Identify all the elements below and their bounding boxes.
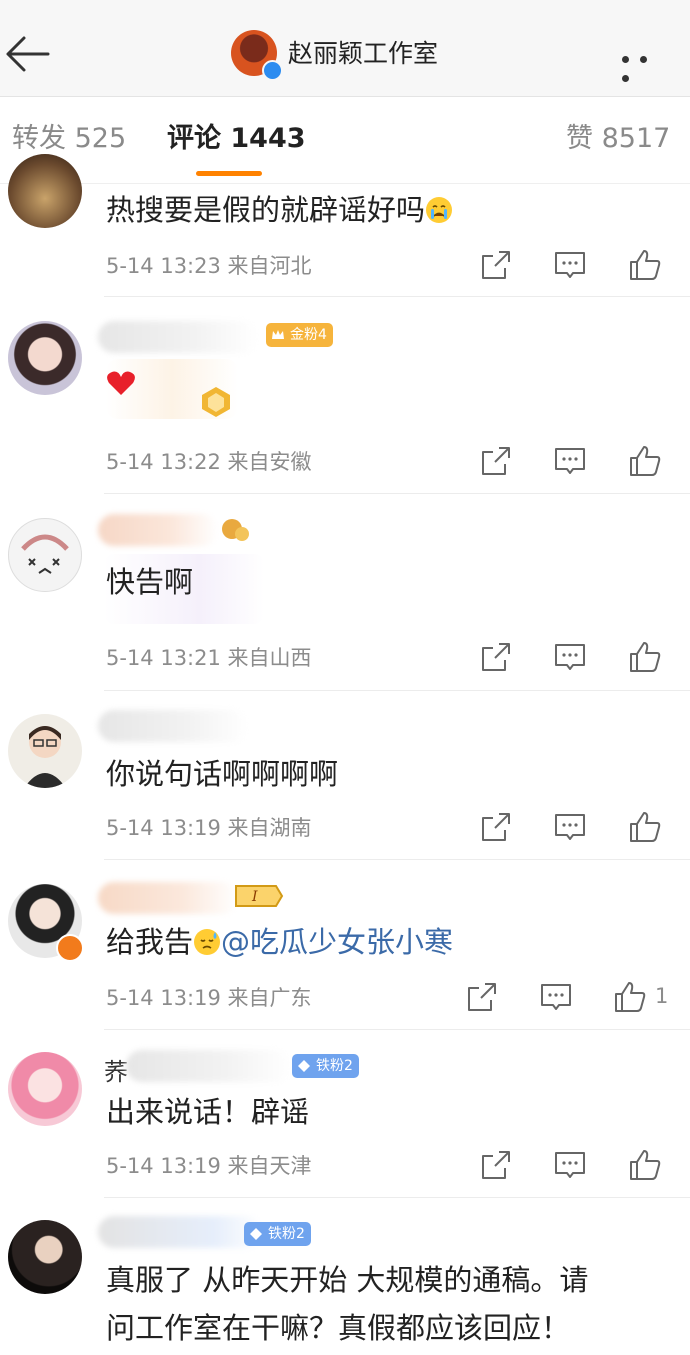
divider [104,1197,690,1198]
comment-icon[interactable] [553,1148,587,1182]
username-blurred[interactable] [98,514,218,546]
like-icon[interactable] [628,1148,662,1182]
member-level-icon: I [235,885,284,907]
like-icon[interactable] [628,248,662,282]
diamond-icon [298,1060,310,1072]
like-icon[interactable] [628,640,662,674]
like-icon[interactable] [628,810,662,844]
repost-icon[interactable] [465,980,499,1014]
active-tab-indicator [196,171,262,176]
avatar[interactable] [8,321,82,395]
page-title[interactable]: 赵丽颖工作室 [288,38,438,70]
tab-bar: 转发 525 评论 1443 赞 8517 [0,97,690,184]
red-heart-icon [107,371,135,395]
comment-text: 出来说话！辟谣 [106,1095,310,1129]
divider [104,859,690,860]
sweat-emoji [194,929,221,955]
comment-meta: 5-14 13:19 来自湖南 [106,816,312,840]
arrow-left-icon[interactable] [4,32,50,78]
avatar[interactable] [8,1052,82,1126]
svg-text:I: I [251,889,258,905]
comment-text: 快告啊 [106,565,194,599]
cat-drawing [21,534,69,574]
verified-icon [262,60,283,81]
comment-text-line2: 问工作室在干嘛？真假都应该回应！ [106,1311,571,1345]
diamond-icon [250,1228,262,1240]
fan-badge[interactable]: 金粉4 [266,323,333,347]
cartoon-avatar [24,726,66,788]
divider [104,1029,690,1030]
comment-meta: 5-14 13:19 来自广东 [106,986,312,1010]
comment-meta: 5-14 13:23 来自河北 [106,254,312,278]
username-blurred[interactable] [98,882,238,914]
crying-emoji [426,197,453,223]
medal-icon [202,387,230,417]
repost-icon[interactable] [479,810,513,844]
username-blurred[interactable] [98,321,258,353]
verified-badge-icon [56,934,84,962]
divider [104,493,690,494]
mention-link[interactable]: @吃瓜少女张小寒 [221,925,453,959]
comment-text: 热搜要是假的就辟谣好吗 [106,190,453,230]
avatar[interactable] [8,714,82,788]
comment-icon[interactable] [553,810,587,844]
comment-text: 你说句话啊啊啊啊 [106,757,339,791]
username-prefix[interactable]: 荞 [104,1052,128,1087]
divider [104,296,690,297]
comment-card-decoration [106,359,238,419]
fan-badge[interactable]: 铁粉2 [244,1222,311,1246]
repost-icon[interactable] [479,1148,513,1182]
comment-text-line1: 真服了 从昨天开始 大规模的通稿。请 [106,1263,589,1297]
username-blurred[interactable] [98,710,248,742]
crown-icon [272,330,284,339]
username-blurred[interactable] [126,1050,291,1082]
top-bar: 赵丽颖工作室 [0,0,690,97]
more-dots-icon[interactable] [622,48,672,82]
comment-text: 给我告 @吃瓜少女张小寒 [106,925,454,959]
repost-icon[interactable] [479,444,513,478]
comment-icon[interactable] [553,444,587,478]
comment-icon[interactable] [553,248,587,282]
username-blurred[interactable] [98,1216,263,1248]
fan-level-icon [222,519,249,541]
comment-icon[interactable] [553,640,587,674]
comment-meta: 5-14 13:22 来自安徽 [106,450,312,474]
repost-icon[interactable] [479,248,513,282]
fan-badge[interactable]: 铁粉2 [292,1054,359,1078]
like-icon[interactable] [613,980,647,1014]
comment-meta: 5-14 13:19 来自天津 [106,1154,312,1178]
tab-reposts[interactable]: 转发 525 [12,122,126,156]
like-count: 1 [655,984,669,1008]
comment-meta: 5-14 13:21 来自山西 [106,646,312,670]
avatar[interactable] [8,154,82,228]
avatar[interactable] [8,1220,82,1294]
comment-icon[interactable] [539,980,573,1014]
avatar[interactable] [8,518,82,592]
tab-likes[interactable]: 赞 8517 [566,122,670,156]
repost-icon[interactable] [479,640,513,674]
like-icon[interactable] [628,444,662,478]
divider [104,690,690,691]
tab-comments[interactable]: 评论 1443 [167,122,306,156]
